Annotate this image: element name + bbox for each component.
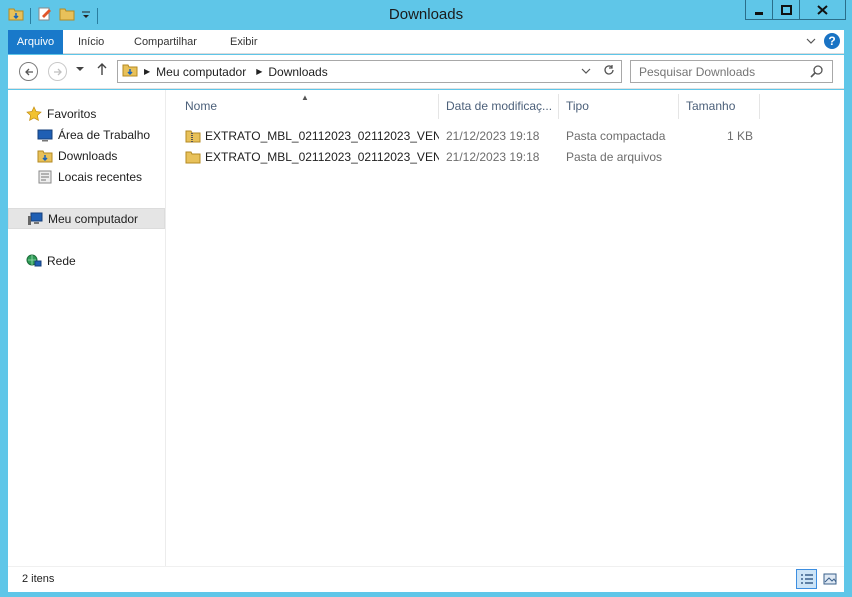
details-view-button[interactable] [796, 569, 817, 589]
nav-recent-places[interactable]: Locais recentes [8, 167, 165, 187]
ribbon-right-controls: ? [806, 33, 840, 49]
network-icon [26, 253, 42, 269]
column-label: Data de modificaç... [446, 99, 553, 113]
explorer-window: Downloads Arquivo Início Compartilhar Ex… [0, 0, 852, 597]
navigation-pane: Favoritos Área de Trabalho Downloads Loc… [8, 90, 166, 566]
minimize-icon [755, 11, 763, 15]
back-button[interactable] [19, 62, 38, 81]
file-type: Pasta de arquivos [566, 149, 663, 164]
view-switcher [796, 569, 840, 589]
chevron-down-icon [581, 68, 591, 74]
column-size[interactable]: Tamanho [679, 94, 760, 119]
file-type: Pasta compactada [566, 128, 666, 143]
large-icons-view-icon [823, 573, 836, 585]
status-bar: 2 itens [8, 566, 844, 592]
up-button[interactable] [96, 62, 108, 79]
arrow-up-icon [97, 63, 107, 75]
tab-file[interactable]: Arquivo [8, 30, 63, 54]
file-row[interactable]: EXTRATO_MBL_02112023_02112023_VEN... 21/… [167, 125, 767, 146]
address-tools [581, 64, 615, 79]
large-icons-view-button[interactable] [819, 569, 840, 589]
tab-home[interactable]: Início [78, 30, 104, 54]
forward-button[interactable] [48, 62, 67, 81]
item-count: 2 itens [22, 573, 55, 585]
breadcrumb-label: Meu computador [156, 64, 247, 79]
file-list: ▲ Nome Data de modificaç... Tipo Tamanho [167, 90, 844, 566]
file-name: EXTRATO_MBL_02112023_02112023_VEN... [205, 128, 439, 143]
file-date: 21/12/2023 19:18 [446, 149, 540, 164]
maximize-icon [780, 4, 792, 15]
search-input[interactable] [639, 64, 809, 79]
breadcrumb-arrow-icon[interactable]: ▶ [256, 67, 262, 76]
column-label: Tamanho [686, 99, 736, 113]
minimize-button[interactable] [745, 0, 773, 20]
window-title: Downloads [388, 6, 464, 23]
breadcrumb-arrow-icon[interactable]: ▶ [144, 67, 150, 76]
column-header: ▲ Nome Data de modificaç... Tipo Tamanho [167, 93, 760, 119]
help-button[interactable]: ? [824, 33, 840, 49]
close-button[interactable] [800, 0, 846, 20]
tab-share[interactable]: Compartilhar [134, 30, 197, 54]
breadcrumb-computer[interactable]: ▶ Meu computador [144, 65, 246, 79]
recent-locations-button[interactable] [76, 65, 84, 74]
nav-desktop[interactable]: Área de Trabalho [8, 125, 165, 145]
navigation-bar: ▶ Meu computador ▶ Downloads [8, 55, 844, 89]
breadcrumb-label: Downloads [268, 64, 328, 79]
ribbon-tabs: Arquivo Início Compartilhar Exibir ? [8, 30, 844, 54]
recent-places-icon [37, 169, 53, 185]
address-bar[interactable]: ▶ Meu computador ▶ Downloads [117, 60, 622, 83]
expand-ribbon-button[interactable] [806, 34, 816, 48]
file-size: 1 KB [726, 128, 753, 143]
nav-favorites[interactable]: Favoritos [8, 104, 165, 124]
details-view-icon [800, 574, 813, 584]
column-label: Tipo [566, 99, 589, 113]
nav-label: Meu computador [48, 211, 139, 226]
caret-down-icon [76, 67, 84, 71]
file-name: EXTRATO_MBL_02112023_02112023_VEN... [205, 149, 439, 164]
desktop-icon [37, 127, 53, 143]
computer-icon [27, 211, 43, 227]
refresh-icon [604, 65, 614, 75]
nav-computer[interactable]: Meu computador [8, 208, 165, 229]
downloads-folder-icon [122, 62, 138, 81]
arrow-right-icon [53, 68, 62, 75]
file-row[interactable]: EXTRATO_MBL_02112023_02112023_VEN... 21/… [167, 146, 767, 167]
sort-ascending-icon: ▲ [301, 93, 309, 102]
breadcrumb-downloads[interactable]: ▶ Downloads [256, 65, 328, 79]
search-box[interactable] [630, 60, 833, 83]
main-area: Favoritos Área de Trabalho Downloads Loc… [8, 90, 844, 566]
column-date-modified[interactable]: Data de modificaç... [439, 94, 559, 119]
window-controls [745, 0, 846, 20]
nav-label: Rede [47, 254, 76, 268]
nav-label: Área de Trabalho [58, 128, 151, 142]
search-icon[interactable] [810, 64, 824, 81]
nav-downloads[interactable]: Downloads [8, 146, 165, 166]
file-date: 21/12/2023 19:18 [446, 128, 540, 143]
nav-label: Favoritos [47, 107, 97, 121]
star-icon [26, 106, 42, 122]
downloads-folder-icon [37, 148, 53, 164]
arrow-left-icon [24, 68, 33, 75]
tab-view[interactable]: Exibir [230, 30, 258, 54]
file-name-cell: EXTRATO_MBL_02112023_02112023_VEN... [167, 128, 439, 144]
maximize-button[interactable] [773, 0, 800, 20]
close-icon [817, 4, 828, 15]
folder-icon [185, 149, 201, 165]
column-type[interactable]: Tipo [559, 94, 679, 119]
nav-network[interactable]: Rede [8, 251, 165, 271]
column-name[interactable]: ▲ Nome [167, 93, 439, 119]
refresh-button[interactable] [603, 64, 615, 79]
nav-label: Locais recentes [58, 170, 143, 184]
chevron-down-icon [806, 38, 816, 44]
zip-folder-icon [185, 128, 201, 144]
column-label: Nome [185, 99, 218, 113]
nav-label: Downloads [58, 149, 118, 163]
address-history-button[interactable] [581, 64, 591, 79]
file-name-cell: EXTRATO_MBL_02112023_02112023_VEN... [167, 149, 439, 165]
title-bar: Downloads [0, 0, 852, 30]
